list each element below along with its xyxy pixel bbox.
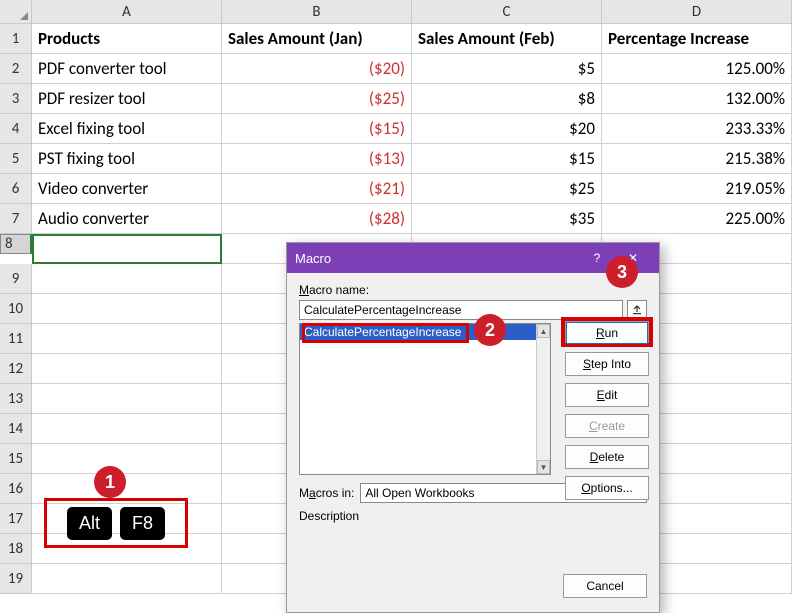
row-head[interactable]: 6: [0, 174, 32, 204]
active-cell[interactable]: [32, 234, 222, 264]
description-label: Description: [299, 509, 647, 523]
row-head[interactable]: 13: [0, 384, 32, 414]
step-into-button[interactable]: Step Into: [565, 352, 649, 376]
cell[interactable]: [32, 264, 222, 294]
description-area: [299, 526, 647, 566]
collapse-dialog-icon[interactable]: [627, 300, 647, 320]
cell[interactable]: $8: [412, 84, 602, 114]
cell[interactable]: Video converter: [32, 174, 222, 204]
dialog-titlebar[interactable]: Macro ? ✕: [287, 243, 659, 273]
cancel-button[interactable]: Cancel: [563, 574, 647, 598]
col-head-b[interactable]: B: [222, 0, 412, 24]
row-head[interactable]: 3: [0, 84, 32, 114]
delete-button[interactable]: Delete: [565, 445, 649, 469]
cell[interactable]: PDF resizer tool: [32, 84, 222, 114]
cell[interactable]: $35: [412, 204, 602, 234]
cell[interactable]: [32, 444, 222, 474]
key-f8: F8: [120, 507, 165, 540]
scroll-up-icon[interactable]: ▲: [537, 324, 550, 338]
macro-dialog: Macro ? ✕ Macro name: CalculatePercentag…: [286, 242, 660, 613]
cell[interactable]: 215.38%: [602, 144, 792, 174]
header-cell[interactable]: Sales Amount (Jan): [222, 24, 412, 54]
annotation-badge-1: 1: [94, 466, 126, 498]
cell[interactable]: $15: [412, 144, 602, 174]
cell[interactable]: $20: [412, 114, 602, 144]
header-cell[interactable]: Products: [32, 24, 222, 54]
cell[interactable]: 233.33%: [602, 114, 792, 144]
row-head[interactable]: 15: [0, 444, 32, 474]
header-cell[interactable]: Sales Amount (Feb): [412, 24, 602, 54]
row-head[interactable]: 1: [0, 24, 32, 54]
cell[interactable]: ($13): [222, 144, 412, 174]
cell[interactable]: [32, 354, 222, 384]
row-head[interactable]: 9: [0, 264, 32, 294]
cell[interactable]: [32, 384, 222, 414]
macro-name-label: Macro name:: [299, 283, 647, 297]
row-head[interactable]: 16: [0, 474, 32, 504]
annotation-badge-2: 2: [474, 314, 506, 346]
row-head[interactable]: 17: [0, 504, 32, 534]
col-head-d[interactable]: D: [602, 0, 792, 24]
cell[interactable]: 219.05%: [602, 174, 792, 204]
macros-in-label: Macros in:: [299, 486, 354, 500]
cell[interactable]: Excel fixing tool: [32, 114, 222, 144]
row-head[interactable]: 10: [0, 294, 32, 324]
annotation-badge-3: 3: [606, 256, 638, 288]
cell[interactable]: $25: [412, 174, 602, 204]
row-head[interactable]: 2: [0, 54, 32, 84]
row-head[interactable]: 19: [0, 564, 32, 594]
edit-button[interactable]: Edit: [565, 383, 649, 407]
cell[interactable]: 125.00%: [602, 54, 792, 84]
cell[interactable]: ($15): [222, 114, 412, 144]
options-button[interactable]: Options...: [565, 476, 649, 500]
create-button: Create: [565, 414, 649, 438]
col-head-c[interactable]: C: [412, 0, 602, 24]
cell[interactable]: Audio converter: [32, 204, 222, 234]
cell[interactable]: [32, 414, 222, 444]
row-head[interactable]: 11: [0, 324, 32, 354]
select-all-corner[interactable]: [0, 0, 32, 24]
scroll-down-icon[interactable]: ▼: [537, 460, 550, 474]
cell[interactable]: 225.00%: [602, 204, 792, 234]
cell[interactable]: ($21): [222, 174, 412, 204]
cell[interactable]: [32, 564, 222, 594]
macros-in-value: All Open Workbooks: [365, 486, 474, 500]
row-head[interactable]: 14: [0, 414, 32, 444]
run-button[interactable]: Run: [565, 321, 649, 345]
listbox-scrollbar[interactable]: ▲ ▼: [536, 324, 550, 474]
cell[interactable]: ($28): [222, 204, 412, 234]
row-head[interactable]: 8: [0, 234, 32, 254]
cell[interactable]: PST fixing tool: [32, 144, 222, 174]
cell[interactable]: PDF converter tool: [32, 54, 222, 84]
cell[interactable]: [32, 324, 222, 354]
cell[interactable]: ($25): [222, 84, 412, 114]
row-head[interactable]: 12: [0, 354, 32, 384]
cell[interactable]: ($20): [222, 54, 412, 84]
header-cell[interactable]: Percentage Increase: [602, 24, 792, 54]
cell[interactable]: $5: [412, 54, 602, 84]
macro-listbox[interactable]: CalculatePercentageIncrease ▲ ▼: [299, 323, 551, 475]
dialog-title: Macro: [295, 251, 579, 266]
keyboard-shortcut-annotation: Alt F8: [44, 498, 188, 548]
row-head[interactable]: 4: [0, 114, 32, 144]
row-head[interactable]: 18: [0, 534, 32, 564]
macro-name-input[interactable]: [299, 300, 623, 320]
col-head-a[interactable]: A: [32, 0, 222, 24]
cell[interactable]: 132.00%: [602, 84, 792, 114]
key-alt: Alt: [67, 507, 112, 540]
cell[interactable]: [32, 294, 222, 324]
row-head[interactable]: 5: [0, 144, 32, 174]
